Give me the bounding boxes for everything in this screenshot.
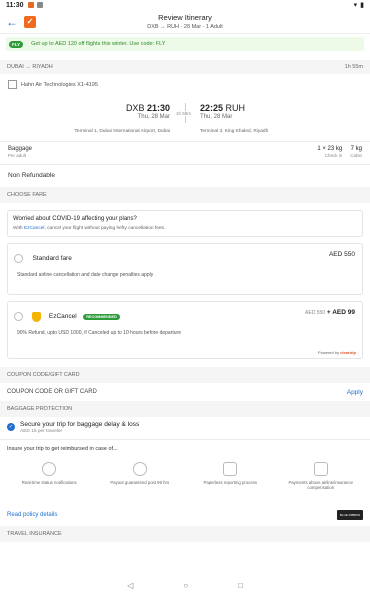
arr-terminal: Terminal 3, King Khaled, Riyadh <box>200 129 269 134</box>
route-duration: 1h 55m <box>344 64 363 70</box>
blue-ribbon-logo: BLUE RIBBON BAGS <box>337 510 363 527</box>
airline-name: Hahn Air Technologies X1-4195 <box>21 81 98 88</box>
ezcancel-base-price: AED 550 <box>305 310 326 316</box>
shield-icon <box>32 311 42 322</box>
ezcancel-link[interactable]: EzCancel <box>24 226 45 231</box>
standard-fare-radio[interactable] <box>14 254 23 264</box>
notification-icon-2 <box>36 2 43 8</box>
nav-back-icon[interactable]: ◁ <box>127 581 133 590</box>
ezcancel-add-price: + AED 99 <box>326 309 355 316</box>
insure-text: Insure your trip to get reimbursed in ca… <box>7 446 118 452</box>
arrival: 22:25 RUH Thu, 28 Mar <box>200 103 245 120</box>
cabin-baggage: 7 kg <box>350 146 362 152</box>
standard-fare-price: AED 550 <box>328 251 355 258</box>
dep-terminal: Terminal 1, Dubai International Airport,… <box>74 129 170 134</box>
cabin-label: Cabin <box>350 153 362 158</box>
system-nav-bar: ◁ ○ □ <box>0 578 370 592</box>
baggage-protection-header: BAGGAGE PROTECTION <box>0 401 370 417</box>
ezcancel-fare-radio[interactable] <box>14 312 23 322</box>
clock-icon <box>42 462 57 476</box>
departure: DXB 21:30 Thu, 28 Mar <box>126 103 170 120</box>
read-policy-link[interactable]: Read policy details <box>7 512 57 518</box>
status-time: 11:30 <box>6 1 24 9</box>
arr-code: RUH <box>225 103 246 113</box>
baggage-sub: Per adult <box>8 153 27 158</box>
benefits-row: Real-time status notifications Payout gu… <box>0 458 370 504</box>
route-label: DUBAI → RIYADH <box>7 64 53 70</box>
recommended-badge: RECOMMENDED <box>83 313 120 320</box>
ezcancel-fare-option[interactable]: EzCancel RECOMMENDED AED 550 + AED 99 90… <box>7 301 363 359</box>
checkbox-checked-icon[interactable]: ✓ <box>7 423 15 431</box>
airline-row: Hahn Air Technologies X1-4195 <box>0 74 370 89</box>
standard-fare-option[interactable]: Standard fare AED 550 Standard airline c… <box>7 243 363 295</box>
checkin-baggage: 1 × 23 kg <box>317 146 343 152</box>
arr-time: 22:25 <box>200 103 224 113</box>
nav-recents-icon[interactable]: □ <box>238 581 243 590</box>
flight-details: DXB 21:30 Thu, 28 Mar 1h 55m 22:25 RUH T… <box>0 89 370 135</box>
baggage-protection-option[interactable]: ✓ Secure your trip for baggage delay & l… <box>0 417 370 439</box>
ezcancel-fare-price: AED 550 + AED 99 <box>305 309 355 316</box>
flight-stop-duration: 1h 55m <box>176 111 192 116</box>
promo-banner[interactable]: FLY Get up to AED 120 off flights this w… <box>6 37 364 51</box>
wallet-icon <box>313 462 328 476</box>
covid-title: Worried about COVID-19 affecting your pl… <box>13 216 137 222</box>
header-titles: Review Itinerary DXB → RUH · 28 Mar · 1 … <box>0 13 370 30</box>
baggage-protection-price: AED 15 per traveler <box>20 429 63 434</box>
page-subtitle: DXB → RUH · 28 Mar · 1 Adult <box>147 24 223 30</box>
ezcancel-fare-name: EzCancel <box>48 313 77 321</box>
notification-icon <box>27 2 34 8</box>
wifi-icon: ▾ <box>353 2 358 9</box>
airline-logo-icon <box>8 80 17 89</box>
powered-by: Powered by cleartrip <box>317 350 356 355</box>
dep-time: 21:30 <box>146 103 170 113</box>
status-bar: 11:30 ▾ ▮ <box>0 0 370 10</box>
dep-code: DXB <box>125 103 145 113</box>
arr-date: Thu, 28 Mar <box>200 114 233 120</box>
cleartrip-logo: cleartrip <box>340 350 356 355</box>
refund-status: Non Refundable <box>8 172 55 179</box>
route-bar: DUBAI → RIYADH 1h 55m <box>0 60 370 74</box>
apply-coupon-button[interactable]: Apply <box>347 389 363 396</box>
choose-fare-header: CHOOSE FARE <box>0 187 370 203</box>
policy-row: Read policy details BLUE RIBBON BAGS <box>0 504 370 527</box>
travel-insurance-header: TRAVEL INSURANCE <box>0 526 370 542</box>
benefit-item: Paperless reporting process <box>185 458 276 504</box>
benefit-item: Payments above airline/insurance compens… <box>276 458 367 504</box>
covid-info-card: Worried about COVID-19 affecting your pl… <box>7 210 363 237</box>
baggage-label: Baggage <box>8 146 33 152</box>
dep-date: Thu, 28 Mar <box>137 114 170 120</box>
nav-home-icon[interactable]: ○ <box>183 581 188 590</box>
ezcancel-desc: 90% Refund, upto USD 1000, if Canceled u… <box>17 330 181 336</box>
covid-text: With EzCancel, cancel your flight withou… <box>13 226 166 231</box>
stopwatch-icon <box>132 462 147 476</box>
battery-icon: ▮ <box>360 2 364 9</box>
standard-fare-name: Standard fare <box>32 255 72 263</box>
baggage-row: Baggage Per adult 1 × 23 kg Check in 7 k… <box>0 142 370 164</box>
coupon-header: COUPON CODE/GIFT CARD <box>0 367 370 383</box>
baggage-protection-title: Secure your trip for baggage delay & los… <box>20 421 140 428</box>
coupon-input[interactable]: COUPON CODE OR GIFT CARD <box>7 389 97 395</box>
coupon-row: COUPON CODE OR GIFT CARD Apply <box>0 383 370 401</box>
app-header: ← ✓ Review Itinerary DXB → RUH · 28 Mar … <box>0 10 370 34</box>
checkin-label: Check in <box>324 153 343 158</box>
standard-fare-desc: Standard airline cancellation and date c… <box>17 272 154 278</box>
benefit-item: Real-time status notifications <box>4 458 95 504</box>
page-title: Review Itinerary <box>158 13 212 22</box>
benefit-item: Payout guaranteed post 96 hrs <box>95 458 186 504</box>
promo-badge: FLY <box>9 40 24 48</box>
document-icon <box>223 462 238 476</box>
promo-text: Get up to AED 120 off flights this winte… <box>31 41 166 47</box>
flight-duration-line: 1h 55m <box>172 103 198 123</box>
